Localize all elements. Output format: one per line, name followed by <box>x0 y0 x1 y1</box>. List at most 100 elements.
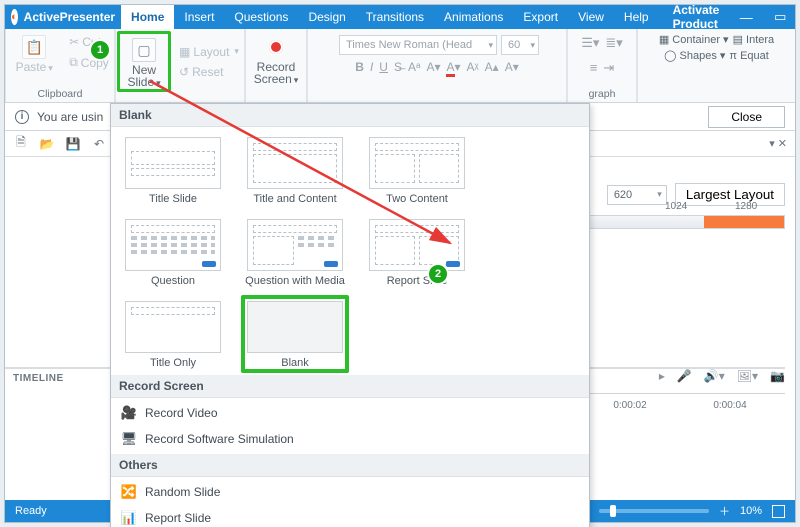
tab-home[interactable]: Home <box>121 5 174 29</box>
italic-button[interactable]: I <box>370 60 373 74</box>
zoom-value: 10% <box>740 505 762 517</box>
new-slide-icon: ▢ <box>132 38 156 62</box>
record-screen-button[interactable]: Record Screen <box>249 31 303 86</box>
monitor-icon: 🖥 <box>121 431 137 447</box>
tab-transitions[interactable]: Transitions <box>356 5 434 29</box>
grow-font-button[interactable]: A▴ <box>485 60 499 74</box>
layout-title-only[interactable]: Title Only <box>125 301 221 369</box>
qa-undo-icon[interactable]: ↶ <box>91 136 107 152</box>
dd-record-video[interactable]: 🎥Record Video <box>111 400 589 426</box>
clear-format-button[interactable]: Aᵡ <box>467 60 479 74</box>
font-name-select[interactable]: Times New Roman (Head <box>339 35 497 55</box>
tl-tick-1: 0:00:02 <box>613 400 646 411</box>
ruler-mark-1280: 1280 <box>735 201 757 212</box>
notice-text: You are usin <box>37 110 103 124</box>
notice-close-button[interactable]: Close <box>708 106 785 128</box>
zoom-slider[interactable] <box>599 509 709 513</box>
shapes-button[interactable]: ◯ Shapes ▾ <box>664 49 725 62</box>
interactions-button[interactable]: ▤ Intera <box>733 33 775 46</box>
dd-random-slide[interactable]: 🔀Random Slide <box>111 479 589 505</box>
bullets-button[interactable]: ☰▾ <box>581 35 599 51</box>
strike-button[interactable]: S̶ <box>394 60 402 74</box>
ruler-mark-1024: 1024 <box>665 201 687 212</box>
shrink-font-button[interactable]: A▾ <box>505 60 519 74</box>
layout-question[interactable]: Question <box>125 219 221 287</box>
tl-cam-icon[interactable]: 📷 <box>770 369 785 383</box>
qa-save-icon[interactable]: 💾 <box>65 136 81 152</box>
layout-two-content[interactable]: Two Content <box>369 137 465 205</box>
canvas-size-controls: 620 Largest Layout <box>607 183 785 206</box>
superscript-button[interactable]: Aᵃ <box>408 60 420 74</box>
app-name: ActivePresenter <box>24 10 115 24</box>
dd-section-record: Record Screen <box>111 375 589 398</box>
numbering-button[interactable]: ≣▾ <box>605 35 622 51</box>
tl-tick-2: 0:00:04 <box>713 400 746 411</box>
tab-animations[interactable]: Animations <box>434 5 513 29</box>
record-icon <box>264 35 288 59</box>
zoom-in-button[interactable]: ＋ <box>719 503 730 519</box>
font-format-row: B I U S̶ Aᵃ A▾ A▾ Aᵡ A▴ A▾ <box>351 58 522 76</box>
layout-title-slide[interactable]: Title Slide <box>125 137 221 205</box>
largest-layout-button[interactable]: Largest Layout <box>675 183 785 206</box>
font-color-button[interactable]: A▾ <box>446 60 460 74</box>
tab-insert[interactable]: Insert <box>174 5 224 29</box>
tab-help[interactable]: Help <box>614 5 659 29</box>
new-slide-button[interactable]: ▢ New Slide <box>117 31 171 92</box>
window-controls: — ▭ ✕ <box>729 5 800 29</box>
maximize-button[interactable]: ▭ <box>763 5 797 29</box>
align-button[interactable]: ≡ <box>590 60 598 76</box>
timeline-label: TIMELINE <box>13 373 64 384</box>
tl-play-icon[interactable]: ▸ <box>659 369 665 383</box>
fit-window-button[interactable] <box>772 505 785 518</box>
title-bar: ◐ ActivePresenter Home Insert Questions … <box>5 5 795 29</box>
bold-button[interactable]: B <box>355 60 364 74</box>
layout-blank[interactable]: Blank <box>247 301 343 369</box>
qa-open-icon[interactable]: 📂 <box>39 136 55 152</box>
canvas-ruler: 1024 1280 <box>585 215 785 237</box>
layout-title-content[interactable]: Title and Content <box>247 137 343 205</box>
container-button[interactable]: ▦ Container ▾ <box>659 33 729 46</box>
canvas-width-spinner[interactable]: 620 <box>607 185 667 205</box>
paste-button[interactable]: 📋 Paste <box>7 31 61 74</box>
annotation-2: 2 <box>429 265 447 283</box>
layout-question-media[interactable]: Question with Media <box>247 219 343 287</box>
pane-menu[interactable]: ▾ ✕ <box>769 137 787 150</box>
tab-activate-product[interactable]: Activate Product <box>663 5 730 29</box>
info-icon: i <box>15 110 29 124</box>
timeline-ruler[interactable]: 0:00:02 0:00:04 <box>590 393 785 417</box>
dd-record-simulation[interactable]: 🖥Record Software Simulation <box>111 426 589 452</box>
highlight-button[interactable]: A▾ <box>426 60 440 74</box>
report-icon: 📊 <box>121 510 137 526</box>
qa-new-icon[interactable]: 🗎 <box>13 136 29 152</box>
layout-button[interactable]: ▦ Layout <box>175 43 243 61</box>
dd-report-slide[interactable]: 📊Report Slide <box>111 505 589 527</box>
timeline-toolbar: ▸ 🎤 🔊▾ 🖼▾ 📷 <box>659 369 785 383</box>
app-logo: ◐ <box>11 9 18 25</box>
menu-tabs: Home Insert Questions Design Transitions… <box>121 5 729 29</box>
font-size-select[interactable]: 60 <box>501 35 539 55</box>
minimize-button[interactable]: — <box>729 5 763 29</box>
equation-button[interactable]: π Equat <box>729 50 768 62</box>
dd-section-others: Others <box>111 454 589 477</box>
dd-section-blank: Blank <box>111 104 589 127</box>
new-slide-dropdown: Blank Title Slide Title and Content Two … <box>110 103 590 527</box>
group-label-paragraph: graph <box>589 88 616 100</box>
underline-button[interactable]: U <box>379 60 388 74</box>
tl-vol-icon[interactable]: 🔊▾ <box>704 369 725 383</box>
layout-report-slide[interactable]: Report Slide <box>369 219 465 287</box>
tab-export[interactable]: Export <box>513 5 568 29</box>
status-ready: Ready <box>15 505 47 517</box>
clipboard-icon: 📋 <box>22 35 46 59</box>
video-icon: 🎥 <box>121 405 137 421</box>
tl-img-icon[interactable]: 🖼▾ <box>737 369 758 383</box>
group-label-clipboard: Clipboard <box>38 88 83 100</box>
tab-design[interactable]: Design <box>298 5 355 29</box>
shuffle-icon: 🔀 <box>121 484 137 500</box>
tab-questions[interactable]: Questions <box>224 5 298 29</box>
annotation-1: 1 <box>91 41 109 59</box>
ribbon: 📋 Paste ✂ Cut ⧉ Copy Clipboard ▢ New Sli… <box>5 29 795 103</box>
indent-button[interactable]: ⇥ <box>603 60 614 76</box>
tl-mic-icon[interactable]: 🎤 <box>677 369 692 383</box>
reset-button[interactable]: ↺ Reset <box>175 63 243 81</box>
tab-view[interactable]: View <box>568 5 614 29</box>
